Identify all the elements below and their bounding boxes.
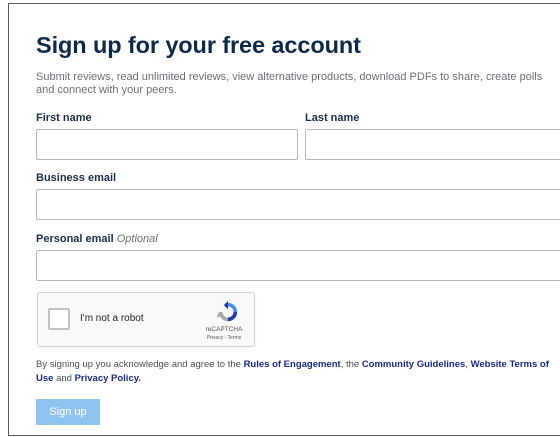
personal-email-label: Personal email Optional xyxy=(36,233,158,245)
business-email-input[interactable] xyxy=(36,189,560,220)
first-name-label: First name xyxy=(36,112,92,124)
recaptcha-logo-icon xyxy=(217,301,238,322)
recaptcha-brand: reCAPTCHA xyxy=(205,326,243,333)
personal-email-input[interactable] xyxy=(36,250,560,281)
legal-separator: and xyxy=(53,373,75,384)
business-email-label: Business email xyxy=(36,172,117,184)
legal-prefix: By signing up you acknowledge and agree … xyxy=(36,359,244,370)
first-name-input[interactable] xyxy=(36,129,298,160)
community-guidelines-link[interactable]: Community Guidelines xyxy=(362,359,465,370)
legal-separator: , the xyxy=(340,359,362,370)
personal-email-label-text: Personal email xyxy=(36,233,114,245)
sign-up-button[interactable]: Sign up xyxy=(36,399,100,425)
last-name-input[interactable] xyxy=(305,129,560,160)
form-subtitle: Submit reviews, read unlimited reviews, … xyxy=(36,71,543,96)
recaptcha-widget: I'm not a robot reCAPTCHA Privacy - Term… xyxy=(37,292,255,347)
optional-tag: Optional xyxy=(116,233,158,245)
legal-notice: By signing up you acknowledge and agree … xyxy=(36,358,560,386)
signup-form-panel: Sign up for your free account Submit rev… xyxy=(8,3,560,436)
page-title: Sign up for your free account xyxy=(36,32,361,58)
recaptcha-checkbox[interactable] xyxy=(48,308,70,330)
recaptcha-privacy-terms-link[interactable]: Privacy - Terms xyxy=(195,335,253,341)
last-name-label: Last name xyxy=(305,112,360,124)
rules-of-engagement-link[interactable]: Rules of Engagement xyxy=(244,359,341,370)
recaptcha-label: I'm not a robot xyxy=(80,313,144,324)
privacy-policy-link[interactable]: Privacy Policy. xyxy=(75,373,141,384)
